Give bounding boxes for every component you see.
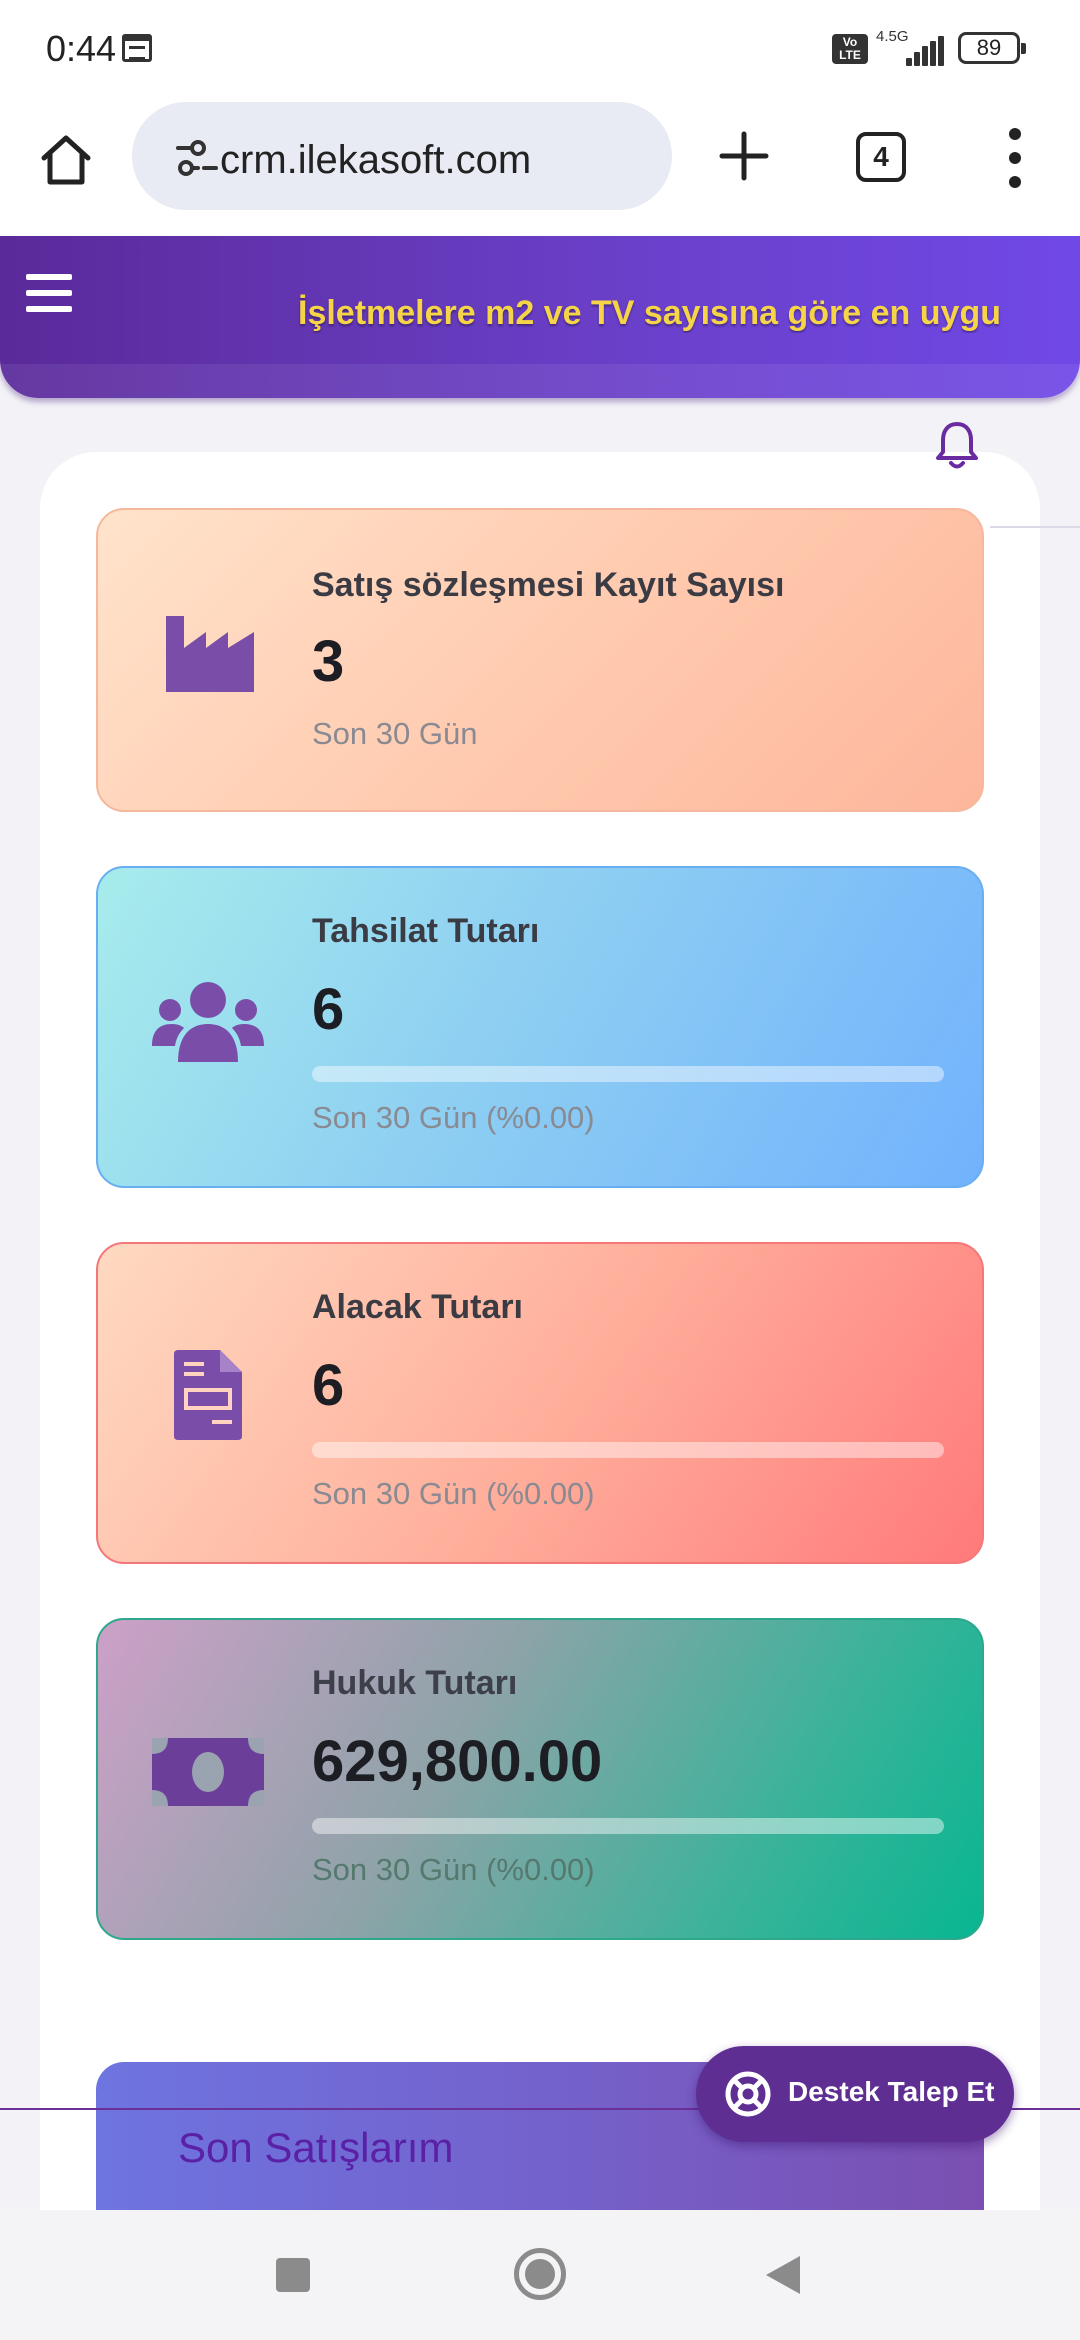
card-title: Hukuk Tutarı bbox=[312, 1664, 518, 1702]
browser-menu-button[interactable] bbox=[1000, 126, 1030, 190]
tab-switcher-button[interactable]: 4 bbox=[856, 132, 906, 182]
browser-toolbar: crm.ilekasoft.com 4 bbox=[0, 96, 1080, 236]
stat-card-sales-contracts[interactable]: Satış sözleşmesi Kayıt Sayısı 3 Son 30 G… bbox=[96, 508, 984, 812]
home-icon bbox=[41, 135, 91, 185]
stat-card-receivables[interactable]: Alacak Tutarı 6 Son 30 Gün (%0.00) bbox=[96, 1242, 984, 1564]
site-header: İşletmelere m2 ve TV sayısına göre en uy… bbox=[0, 236, 1080, 398]
progress-bar bbox=[312, 1442, 944, 1458]
card-value: 629,800.00 bbox=[312, 1729, 603, 1794]
stat-card-legal[interactable]: Hukuk Tutarı 629,800.00 Son 30 Gün (%0.0… bbox=[96, 1618, 984, 1940]
industry-icon bbox=[166, 616, 254, 692]
card-title: Tahsilat Tutarı bbox=[312, 912, 540, 950]
header-divider bbox=[990, 526, 1080, 528]
site-settings-icon[interactable] bbox=[174, 138, 220, 178]
volte-icon: Vo LTE bbox=[832, 34, 868, 64]
status-bar: 0:44 Vo LTE 4.5G 89 bbox=[0, 0, 1080, 96]
lifebuoy-icon bbox=[725, 2071, 771, 2117]
announcement-marquee: İşletmelere m2 ve TV sayısına göre en uy… bbox=[298, 294, 1001, 332]
status-time: 0:44 bbox=[46, 28, 117, 69]
back-icon[interactable] bbox=[766, 2256, 800, 2294]
progress-bar bbox=[312, 1066, 944, 1082]
card-value: 6 bbox=[312, 977, 345, 1042]
recent-apps-icon[interactable] bbox=[276, 2258, 310, 2292]
url-text[interactable]: crm.ilekasoft.com bbox=[220, 138, 531, 183]
card-value: 3 bbox=[312, 629, 345, 694]
bell-icon[interactable] bbox=[934, 418, 980, 472]
card-title: Satış sözleşmesi Kayıt Sayısı bbox=[312, 566, 785, 604]
address-bar[interactable]: crm.ilekasoft.com bbox=[132, 102, 672, 210]
stat-card-collections[interactable]: Tahsilat Tutarı 6 Son 30 Gün (%0.00) bbox=[96, 866, 984, 1188]
recent-sales-title: Son Satışlarım bbox=[178, 2124, 454, 2171]
battery-icon: 89 bbox=[958, 32, 1026, 64]
card-subtitle: Son 30 Gün (%0.00) bbox=[312, 1852, 595, 1887]
new-tab-button[interactable] bbox=[716, 128, 772, 184]
progress-bar bbox=[312, 1818, 944, 1834]
network-type: 4.5G bbox=[876, 28, 909, 45]
home-nav-icon[interactable] bbox=[514, 2248, 566, 2300]
card-value: 6 bbox=[312, 1353, 345, 1418]
card-subtitle: Son 30 Gün bbox=[312, 716, 478, 751]
system-navigation-bar bbox=[0, 2210, 1080, 2340]
users-icon bbox=[152, 982, 264, 1062]
card-subtitle: Son 30 Gün (%0.00) bbox=[312, 1100, 595, 1135]
plus-icon bbox=[719, 131, 769, 181]
card-subtitle: Son 30 Gün (%0.00) bbox=[312, 1476, 595, 1511]
calendar-icon bbox=[122, 34, 152, 62]
support-request-button[interactable]: Destek Talep Et bbox=[696, 2046, 1014, 2142]
invoice-icon bbox=[174, 1350, 242, 1440]
signal-icon bbox=[906, 36, 944, 66]
hamburger-menu-icon[interactable] bbox=[26, 274, 72, 314]
home-button[interactable] bbox=[36, 130, 96, 190]
money-bill-icon bbox=[152, 1738, 264, 1806]
support-label: Destek Talep Et bbox=[788, 2076, 995, 2107]
card-title: Alacak Tutarı bbox=[312, 1288, 524, 1326]
